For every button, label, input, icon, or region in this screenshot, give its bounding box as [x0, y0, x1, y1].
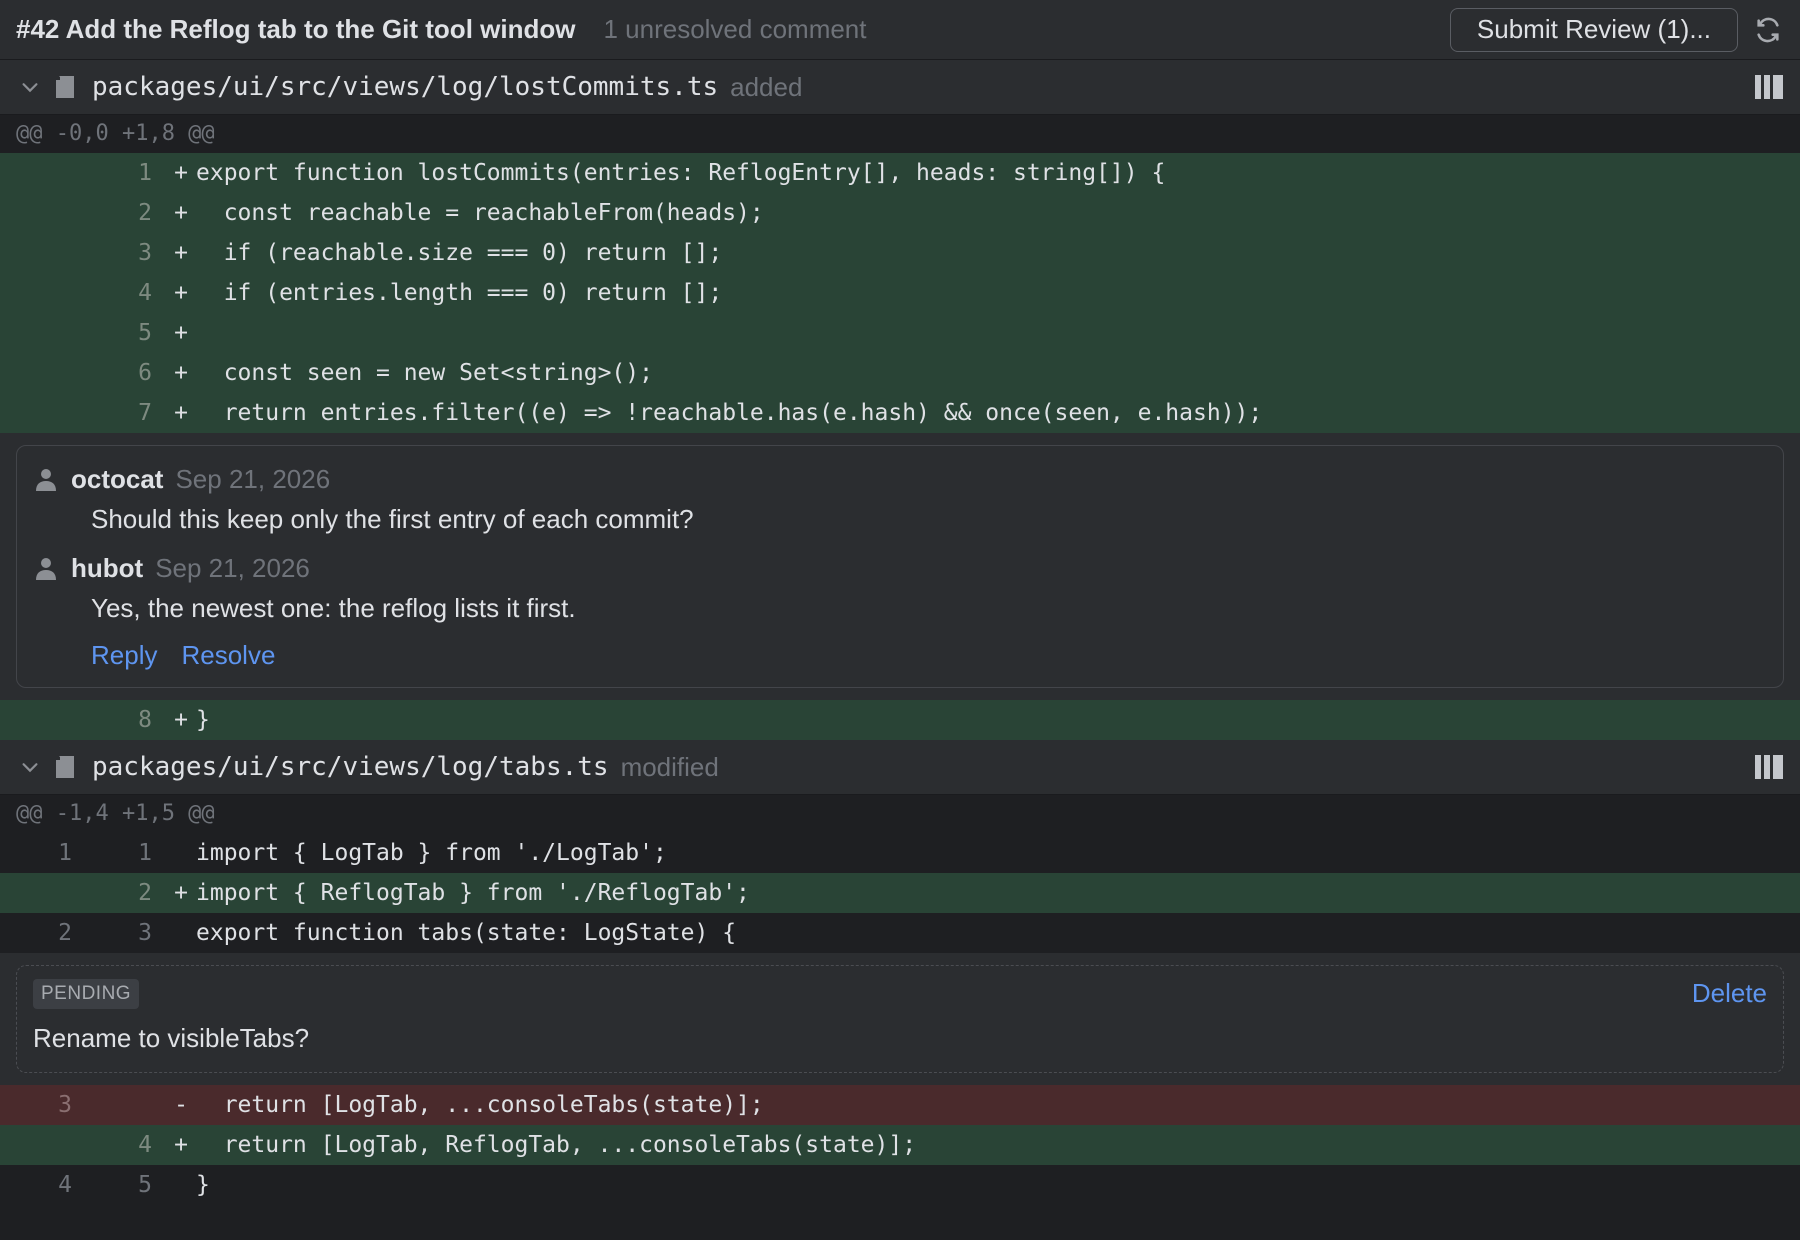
- file-icon: [56, 754, 78, 780]
- review-page: #42 Add the Reflog tab to the Git tool w…: [0, 0, 1800, 1240]
- new-line-number: 2: [138, 880, 152, 906]
- code-text: import { LogTab } from './LogTab';: [196, 840, 667, 866]
- comment-thread-wrapper: octocat Sep 21, 2026 Should this keep on…: [0, 433, 1800, 700]
- diff-line-removed[interactable]: 3 - return [LogTab, ...consoleTabs(state)…: [0, 1085, 1800, 1125]
- diff-line-context[interactable]: 4 5}: [0, 1165, 1800, 1205]
- diff-marker: -: [174, 1092, 188, 1118]
- pending-badge: PENDING: [33, 978, 140, 1009]
- code-text: }: [196, 1172, 210, 1198]
- diff-lines: 8 +}: [0, 700, 1800, 740]
- code-text: const seen = new Set<string>();: [196, 360, 653, 386]
- new-line-number: 6: [138, 360, 152, 386]
- comment-author: hubot: [71, 552, 144, 583]
- new-line-number: 1: [138, 160, 152, 186]
- review-header: #42 Add the Reflog tab to the Git tool w…: [0, 0, 1800, 60]
- new-line-number: 5: [138, 320, 152, 346]
- code-text: export function tabs(state: LogState) {: [196, 920, 737, 946]
- diff-line-added[interactable]: 6 + const seen = new Set<string>();: [0, 353, 1800, 393]
- diff-line-added[interactable]: 3 + if (reachable.size === 0) return [];: [0, 233, 1800, 273]
- thread-actions: Reply Resolve: [91, 640, 1767, 671]
- diff-marker: +: [174, 280, 188, 306]
- new-line-number: 7: [138, 400, 152, 426]
- diff-lines: 3 - return [LogTab, ...consoleTabs(state)…: [0, 1085, 1800, 1205]
- comment: octocat Sep 21, 2026 Should this keep on…: [33, 464, 1767, 535]
- diff-marker: +: [174, 707, 188, 733]
- new-line-number: 4: [138, 280, 152, 306]
- resolve-link[interactable]: Resolve: [181, 640, 275, 671]
- chevron-down-icon[interactable]: [16, 753, 44, 781]
- diff-marker: +: [174, 1132, 188, 1158]
- comment-author: octocat: [71, 463, 164, 494]
- file-status: modified: [620, 751, 719, 782]
- chevron-down-icon[interactable]: [16, 73, 44, 101]
- diff-marker: +: [174, 240, 188, 266]
- code-text: export function lostCommits(entries: Ref…: [196, 160, 1166, 186]
- diff-line-added[interactable]: 5 +: [0, 313, 1800, 353]
- new-line-number: 5: [138, 1172, 152, 1198]
- diff-marker: +: [174, 360, 188, 386]
- diff-line-context[interactable]: 1 1 import { LogTab } from './LogTab';: [0, 833, 1800, 873]
- file-header-tabs[interactable]: packages/ui/src/views/log/tabs.ts modifi…: [0, 740, 1800, 795]
- diff-line-added[interactable]: 4 + return [LogTab, ReflogTab, ...console…: [0, 1125, 1800, 1165]
- hunk-header: @@ -0,0 +1,8 @@: [0, 115, 1800, 153]
- old-line-number: 1: [58, 840, 72, 866]
- diff-line-added[interactable]: 7 + return entries.filter((e) => !reachab…: [0, 393, 1800, 433]
- diff-line-added[interactable]: 2 + import { ReflogTab } from './ReflogTab…: [0, 873, 1800, 913]
- old-line-number: 2: [58, 920, 72, 946]
- unresolved-count[interactable]: 1 unresolved comment: [603, 14, 866, 45]
- file-header-lostcommits[interactable]: packages/ui/src/views/log/lostCommits.ts…: [0, 60, 1800, 115]
- code-text: return entries.filter((e) => !reachable.…: [196, 400, 1263, 426]
- pending-comment: PENDING Delete Rename to visibleTabs?: [16, 965, 1784, 1073]
- diff-line-added[interactable]: 1 + export function lostCommits(entries: R…: [0, 153, 1800, 193]
- diff-line-added[interactable]: 8 +}: [0, 700, 1800, 740]
- diff-marker: +: [174, 320, 188, 346]
- comment-date: Sep 21, 2026: [155, 552, 310, 583]
- old-line-number: 4: [58, 1172, 72, 1198]
- file-icon: [56, 74, 78, 100]
- diff-lines: 1 + export function lostCommits(entries: R…: [0, 153, 1800, 433]
- new-line-number: 4: [138, 1132, 152, 1158]
- code-text: }: [196, 707, 210, 733]
- code-text: if (reachable.size === 0) return [];: [196, 240, 723, 266]
- new-line-number: 1: [138, 840, 152, 866]
- code-text: return [LogTab, ReflogTab, ...consoleTab…: [196, 1132, 917, 1158]
- comment-body: Should this keep only the first entry of…: [91, 504, 694, 534]
- avatar-icon: [33, 555, 59, 581]
- avatar-icon: [33, 466, 59, 492]
- comment-date: Sep 21, 2026: [175, 463, 331, 494]
- split-view-icon[interactable]: [1754, 74, 1784, 100]
- hunk-header: @@ -1,4 +1,5 @@: [0, 795, 1800, 833]
- comment-body: Yes, the newest one: the reflog lists it…: [91, 593, 576, 623]
- diff-marker: +: [174, 200, 188, 226]
- code-text: import { ReflogTab } from './ReflogTab';: [196, 880, 750, 906]
- file-path[interactable]: packages/ui/src/views/log/tabs.ts: [92, 752, 609, 782]
- code-text: return [LogTab, ...consoleTabs(state)];: [196, 1092, 764, 1118]
- new-line-number: 8: [138, 707, 152, 733]
- submit-review-button[interactable]: Submit Review (1)...: [1449, 7, 1738, 52]
- diff-marker: +: [174, 400, 188, 426]
- pending-comment-wrapper: PENDING Delete Rename to visibleTabs?: [0, 953, 1800, 1085]
- comment-thread: octocat Sep 21, 2026 Should this keep on…: [16, 445, 1784, 688]
- split-view-icon[interactable]: [1754, 754, 1784, 780]
- new-line-number: 3: [138, 920, 152, 946]
- diff-line-added[interactable]: 4 + if (entries.length === 0) return [];: [0, 273, 1800, 313]
- diff-lines: 1 1 import { LogTab } from './LogTab'; 2 + im…: [0, 833, 1800, 953]
- refresh-icon[interactable]: [1752, 14, 1784, 46]
- new-line-number: 2: [138, 200, 152, 226]
- old-line-number: 3: [58, 1092, 72, 1118]
- code-text: const reachable = reachableFrom(heads);: [196, 200, 764, 226]
- file-path[interactable]: packages/ui/src/views/log/lostCommits.ts: [92, 72, 718, 102]
- file-status: added: [730, 71, 803, 102]
- delete-link[interactable]: Delete: [1692, 978, 1767, 1009]
- diff-line-added[interactable]: 2 + const reachable = reachableFrom(heads…: [0, 193, 1800, 233]
- code-text: if (entries.length === 0) return [];: [196, 280, 723, 306]
- diff-marker: +: [174, 160, 188, 186]
- diff-marker: +: [174, 880, 188, 906]
- pending-comment-body: Rename to visibleTabs?: [33, 1023, 310, 1053]
- reply-link[interactable]: Reply: [91, 640, 157, 671]
- diff-line-context[interactable]: 2 3 export function tabs(state: LogState) …: [0, 913, 1800, 953]
- new-line-number: 3: [138, 240, 152, 266]
- pr-title: #42 Add the Reflog tab to the Git tool w…: [16, 14, 576, 44]
- comment: hubot Sep 21, 2026 Yes, the newest one: …: [33, 553, 1767, 624]
